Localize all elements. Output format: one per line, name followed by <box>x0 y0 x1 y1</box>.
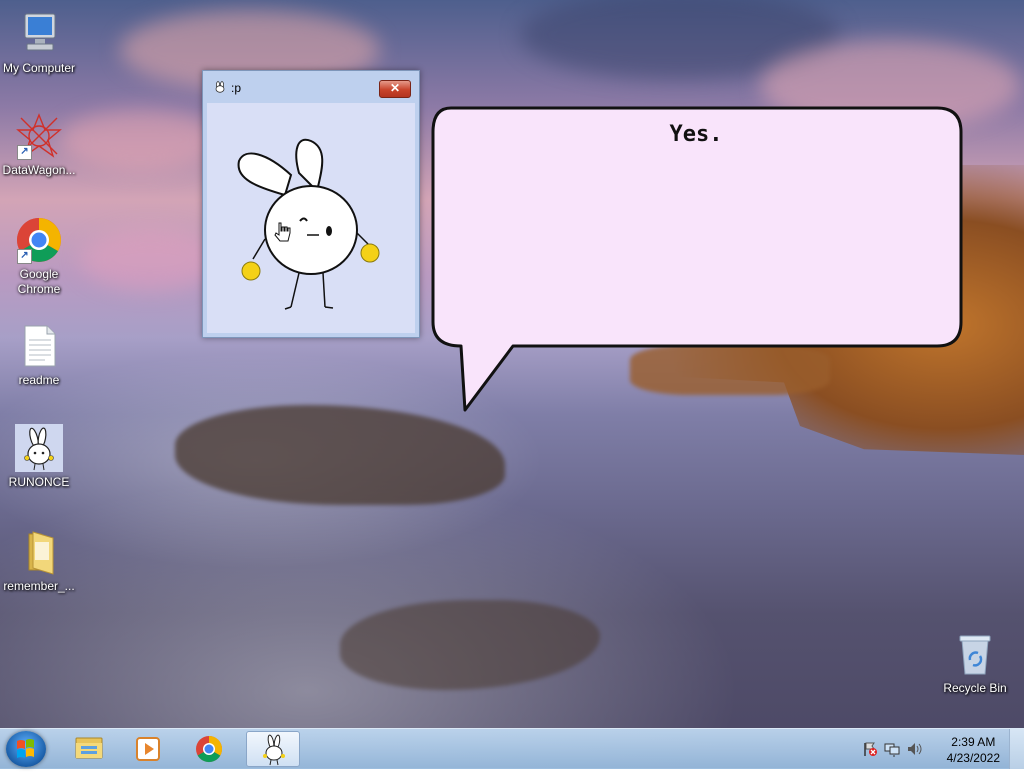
shortcut-arrow-icon: ↗ <box>17 249 32 264</box>
desktop-icon-label: Recycle Bin <box>943 681 1007 695</box>
recycle-bin-icon <box>951 630 999 678</box>
desktop-icon-label: remember_... <box>3 579 75 593</box>
chrome-icon: ↗ <box>15 216 63 264</box>
desktop-icon-label: readme <box>18 373 60 387</box>
show-desktop-button[interactable] <box>1009 729 1024 769</box>
datawagon-icon: ↗ <box>15 112 63 160</box>
taskbar-item-media-player[interactable] <box>122 731 176 767</box>
window-client-area[interactable] <box>207 103 415 333</box>
bunny-icon <box>15 424 63 472</box>
speech-bubble <box>431 106 963 412</box>
window-title: :p <box>231 81 242 95</box>
system-tray: 2:39 AM 4/23/2022 <box>854 729 1024 769</box>
desktop-icon-datawagon[interactable]: ↗ DataWagon... <box>1 112 77 178</box>
chrome-icon <box>196 735 223 763</box>
taskbar-clock[interactable]: 2:39 AM 4/23/2022 <box>947 734 1000 766</box>
desktop-icon-google-chrome[interactable]: ↗ Google Chrome <box>1 216 77 297</box>
speech-bubble-text: Yes. <box>669 122 723 147</box>
desktop-icon-runonce[interactable]: RUNONCE <box>1 424 77 490</box>
bunny-character-image[interactable] <box>207 103 417 335</box>
desktop-icon-readme[interactable]: readme <box>1 322 77 388</box>
desktop-icon-label: RUNONCE <box>8 475 70 489</box>
desktop-icon-label: DataWagon... <box>2 163 76 177</box>
bunny-icon <box>213 81 227 96</box>
taskbar: 2:39 AM 4/23/2022 <box>0 728 1024 769</box>
windows-logo-icon <box>17 739 34 758</box>
desktop-icon-remember-folder[interactable]: remember_... <box>1 528 77 594</box>
folder-icon <box>15 528 63 576</box>
window-close-button[interactable]: ✕ <box>379 80 411 98</box>
network-icon[interactable] <box>884 741 900 757</box>
taskbar-item-chrome[interactable] <box>182 731 236 767</box>
taskbar-item-bunny-app[interactable] <box>246 731 300 767</box>
desktop-icon-label: My Computer <box>2 61 76 75</box>
start-button[interactable] <box>6 731 46 767</box>
clock-time: 2:39 AM <box>951 735 996 749</box>
text-file-icon <box>15 322 63 370</box>
taskbar-item-explorer[interactable] <box>62 731 116 767</box>
desktop-icon-label: Google Chrome <box>17 267 61 296</box>
bunny-icon <box>263 734 285 766</box>
shortcut-arrow-icon: ↗ <box>17 145 32 160</box>
media-player-icon <box>136 737 160 761</box>
action-center-flag-icon[interactable] <box>862 741 878 757</box>
folder-icon <box>75 737 103 759</box>
clock-date: 4/23/2022 <box>946 751 1000 765</box>
desktop-icon-recycle-bin[interactable]: Recycle Bin <box>937 630 1013 696</box>
app-window[interactable]: :p ✕ <box>202 70 420 338</box>
desktop-icon-my-computer[interactable]: My Computer <box>1 10 77 76</box>
computer-icon <box>15 10 63 58</box>
volume-icon[interactable] <box>906 741 922 757</box>
window-titlebar[interactable]: :p ✕ <box>203 71 419 103</box>
